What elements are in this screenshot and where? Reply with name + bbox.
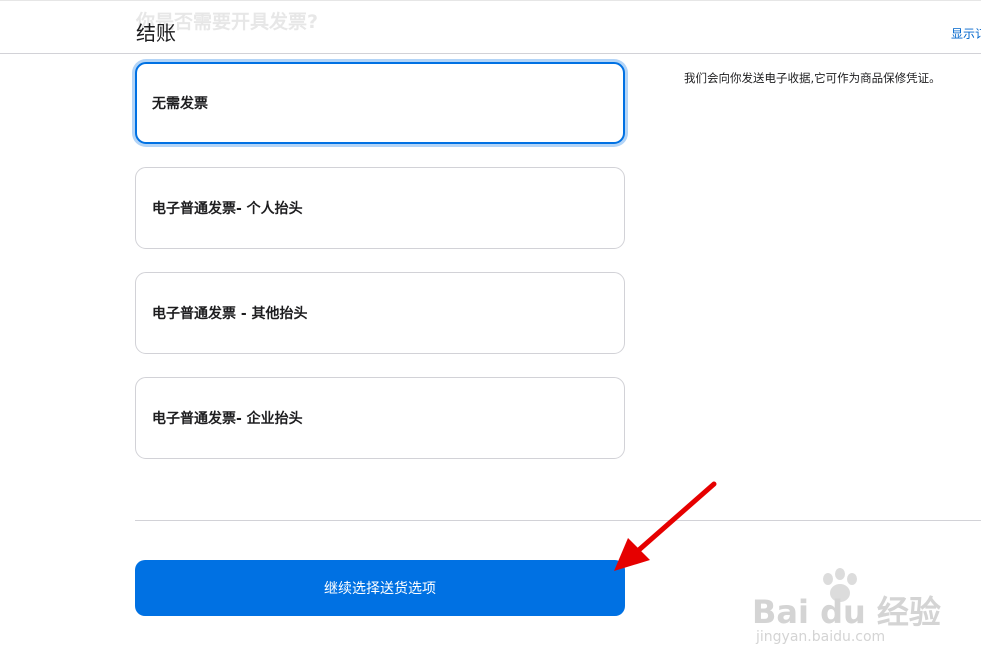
paw-icon bbox=[823, 568, 857, 602]
invoice-option-label: 无需发票 bbox=[152, 96, 208, 112]
invoice-option-company[interactable]: 电子普通发票- 企业抬头 bbox=[135, 377, 625, 459]
continue-to-shipping-button[interactable]: 继续选择送货选项 bbox=[135, 560, 625, 616]
section-divider bbox=[135, 520, 981, 521]
invoice-option-personal[interactable]: 电子普通发票- 个人抬头 bbox=[135, 167, 625, 249]
watermark-text: Bai du 经验 bbox=[752, 593, 941, 631]
receipt-note: 我们会向你发送电子收据,它可作为商品保修凭证。 bbox=[684, 71, 941, 85]
show-order-summary-link[interactable]: 显示订 bbox=[951, 25, 981, 42]
invoice-option-none[interactable]: 无需发票 bbox=[135, 62, 625, 144]
invoice-option-other[interactable]: 电子普通发票 - 其他抬头 bbox=[135, 272, 625, 354]
watermark-subtext: jingyan.baidu.com bbox=[756, 629, 886, 645]
checkout-header: 你是否需要开具发票? 结账 显示订 bbox=[0, 0, 981, 54]
baidu-jingyan-watermark: Bai du 经验 jingyan.baidu.com bbox=[752, 565, 942, 655]
invoice-option-label: 电子普通发票- 企业抬头 bbox=[152, 411, 303, 427]
invoice-option-label: 电子普通发票- 个人抬头 bbox=[152, 201, 303, 217]
invoice-option-label: 电子普通发票 - 其他抬头 bbox=[152, 306, 308, 322]
page-title: 结账 bbox=[136, 21, 176, 45]
